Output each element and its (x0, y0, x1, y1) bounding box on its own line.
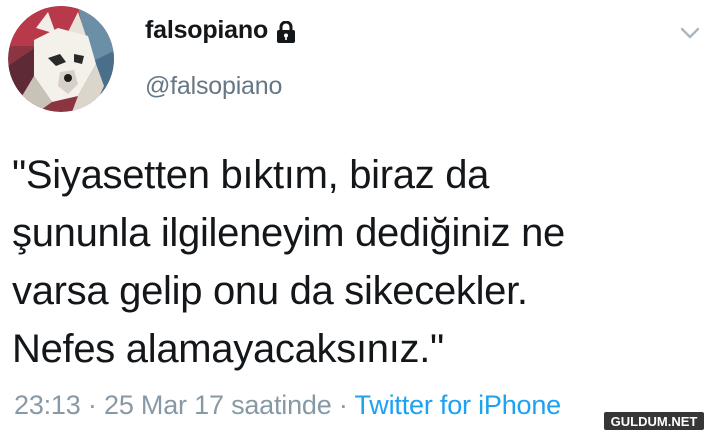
display-name[interactable]: falsopiano (145, 16, 268, 45)
watermark-logo-image: GULDUM.NET (611, 414, 698, 429)
meta-separator: · (87, 390, 97, 420)
avatar[interactable] (8, 6, 114, 112)
chevron-down-icon[interactable] (678, 24, 702, 42)
tweet-text: "Siyasetten bıktım, biraz da şununla ilg… (12, 153, 565, 371)
user-name-row: falsopiano (145, 16, 296, 45)
user-handle[interactable]: @falsopiano (145, 72, 282, 101)
meta-separator-2: · (338, 390, 348, 420)
lock-icon (276, 20, 296, 43)
tweet-source-link[interactable]: Twitter for iPhone (355, 390, 562, 420)
tweet-meta: 23:13 · 25 Mar 17 saatinde · Twitter for… (14, 388, 561, 422)
watermark-logo-text: GULDUM.NET (611, 414, 698, 429)
tweet-time[interactable]: 23:13 (14, 390, 81, 420)
watermark-logo: GULDUM.NET (604, 412, 704, 430)
tweet-date[interactable]: 25 Mar 17 saatinde (104, 390, 332, 420)
wolf-avatar-image (8, 6, 114, 112)
